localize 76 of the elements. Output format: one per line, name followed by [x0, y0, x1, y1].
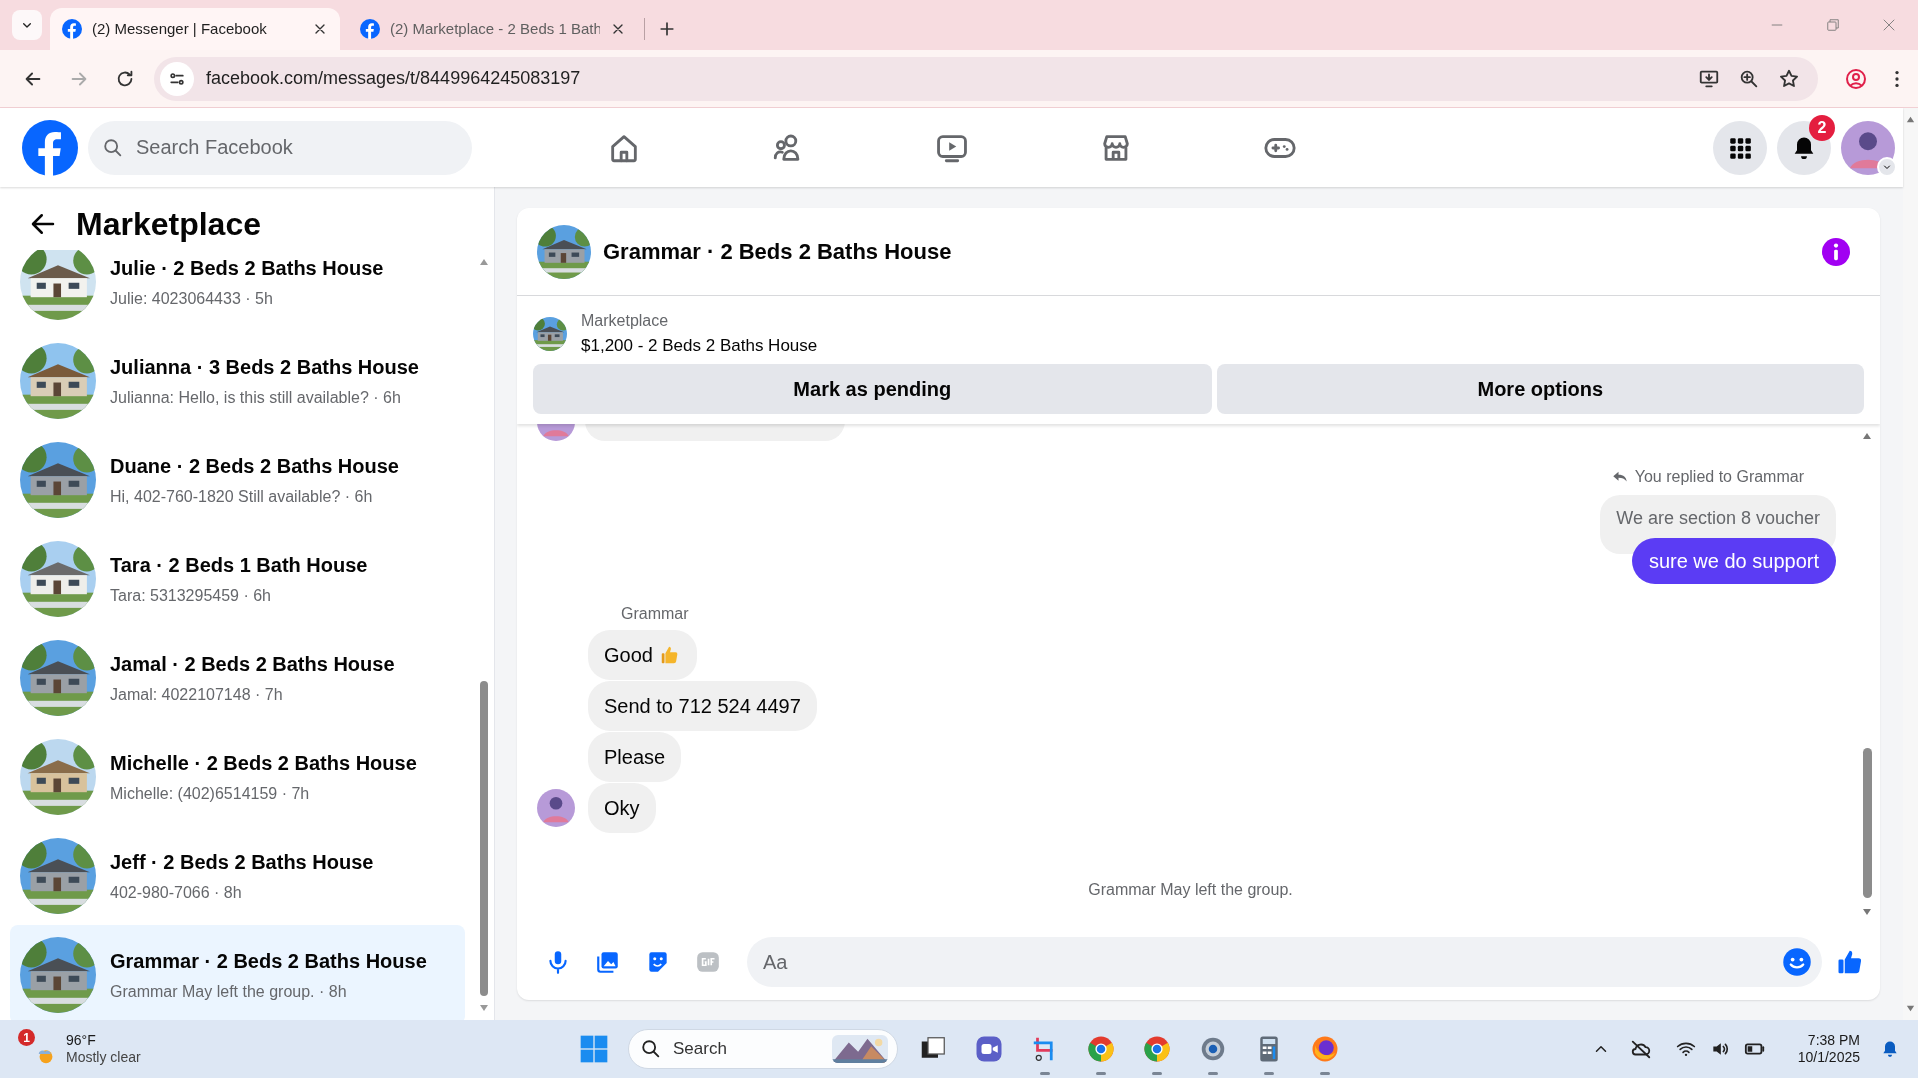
- running-indicator: [1320, 1072, 1330, 1075]
- system-message: Grammar May left the group.: [1088, 880, 1293, 900]
- url-text: facebook.com/messages/t/8449964245083197: [206, 67, 581, 90]
- scroll-up-icon[interactable]: [1905, 114, 1916, 125]
- running-indicator: [1040, 1072, 1050, 1075]
- conversation-title: Michelle · 2 Beds 2 Baths House: [110, 750, 417, 776]
- conversation-title: Duane · 2 Beds 2 Baths House: [110, 453, 399, 479]
- chrome-icon[interactable]: [1142, 1034, 1172, 1064]
- conversation-preview: Michelle: (402)6514159 · 7h: [110, 783, 311, 804]
- weather-condition: Mostly clear: [66, 1049, 141, 1067]
- cloud-off-icon[interactable]: [1629, 1038, 1652, 1060]
- conversation-preview: Grammar May left the group. · 8h: [110, 981, 348, 1002]
- profile-icon[interactable]: [1844, 66, 1868, 91]
- conversation-preview: Jamal: 4022107148 · 7h: [110, 684, 284, 705]
- running-indicator: [1208, 1072, 1218, 1075]
- chat-title: Grammar · 2 Beds 2 Baths House: [603, 238, 952, 266]
- listing-label: Marketplace: [581, 311, 670, 332]
- running-indicator: [1264, 1072, 1274, 1075]
- conversation-title: Julianna · 3 Beds 2 Baths House: [110, 354, 419, 380]
- facebook-icon: [360, 19, 380, 39]
- conversation-title: Jamal · 2 Beds 2 Baths House: [110, 651, 395, 677]
- scroll-down-icon[interactable]: [1905, 1003, 1916, 1014]
- action-button[interactable]: More options: [1216, 364, 1864, 414]
- conversation-preview: 402-980-7066 · 8h: [110, 882, 243, 903]
- conversation-title: Tara · 2 Beds 1 Bath House: [110, 552, 368, 578]
- listing-title: $1,200 - 2 Beds 2 Baths House: [581, 335, 818, 358]
- incoming-message: Good: [588, 630, 697, 680]
- incoming-message: Oky: [588, 783, 656, 833]
- clock-time: 7:38 PM: [1807, 1031, 1860, 1049]
- photo-icon[interactable]: [595, 949, 621, 975]
- scrollbar-thumb[interactable]: [479, 681, 488, 996]
- bookmark-star-icon[interactable]: [1778, 67, 1800, 90]
- tab-title: (2) Marketplace - 2 Beds 1 Bath: [390, 18, 600, 39]
- outgoing-message: sure we do support: [1631, 538, 1836, 584]
- incoming-message: Send to 712 524 4497: [588, 681, 817, 731]
- conversation-preview: Hi, 402-760-1820 Still available? · 6h: [110, 486, 374, 507]
- sender-name: Grammar: [621, 604, 690, 624]
- notification-badge: 2: [1809, 114, 1835, 141]
- video-chat-icon[interactable]: [974, 1034, 1004, 1064]
- browser-tab[interactable]: (2) Messenger | Facebook: [50, 8, 340, 50]
- avatar: [1841, 120, 1895, 175]
- temperature: 96°F: [66, 1031, 97, 1049]
- avatar: [537, 789, 575, 827]
- conversation-title: Grammar · 2 Beds 2 Baths House: [110, 948, 427, 974]
- apps-menu-button[interactable]: [1713, 120, 1767, 175]
- weather-badge: 1: [18, 1029, 35, 1046]
- conversation-title: Julie · 2 Beds 2 Baths House: [110, 255, 384, 281]
- running-indicator: [1096, 1072, 1106, 1075]
- windows-icon[interactable]: [578, 1033, 610, 1065]
- tab-list-button[interactable]: [12, 10, 42, 40]
- conversation-preview: Julie: 4023064433 · 5h: [110, 288, 274, 309]
- conversation-title: Jeff · 2 Beds 2 Baths House: [110, 849, 374, 875]
- browser-tab[interactable]: (2) Marketplace - 2 Beds 1 Bath: [348, 8, 638, 50]
- conversation-preview: Tara: 5313295459 · 6h: [110, 585, 272, 606]
- message-input[interactable]: Aa: [747, 937, 1822, 987]
- notifications-button[interactable]: [1777, 120, 1831, 175]
- emoji-icon[interactable]: [1782, 947, 1812, 977]
- clock-date: 10/1/2025: [1797, 1049, 1860, 1067]
- facebook-logo[interactable]: [22, 119, 78, 176]
- running-indicator: [1152, 1072, 1162, 1075]
- sidebar-title: Marketplace: [76, 204, 261, 244]
- facebook-icon: [62, 19, 82, 39]
- tab-title: (2) Messenger | Facebook: [92, 18, 268, 39]
- reply-note: You replied to Grammar: [1634, 467, 1804, 487]
- conversation-item[interactable]: Grammar · 2 Beds 2 Baths House Grammar May left the group. · 8h: [10, 925, 465, 1020]
- search-field[interactable]: Search Facebook: [88, 120, 472, 175]
- info-icon[interactable]: [1822, 237, 1850, 266]
- search-icon: [102, 136, 124, 159]
- firefox-icon[interactable]: [1310, 1034, 1340, 1064]
- conversation-preview: Julianna: Hello, is this still available? · 6h: [110, 387, 402, 408]
- chrome-icon[interactable]: [1086, 1034, 1116, 1064]
- incoming-message: Please: [588, 732, 682, 782]
- scrollbar-thumb[interactable]: [1862, 748, 1872, 898]
- search-icon: [640, 1038, 662, 1060]
- action-button[interactable]: Mark as pending: [533, 364, 1212, 414]
- address-bar[interactable]: facebook.com/messages/t/8449964245083197: [154, 56, 1818, 101]
